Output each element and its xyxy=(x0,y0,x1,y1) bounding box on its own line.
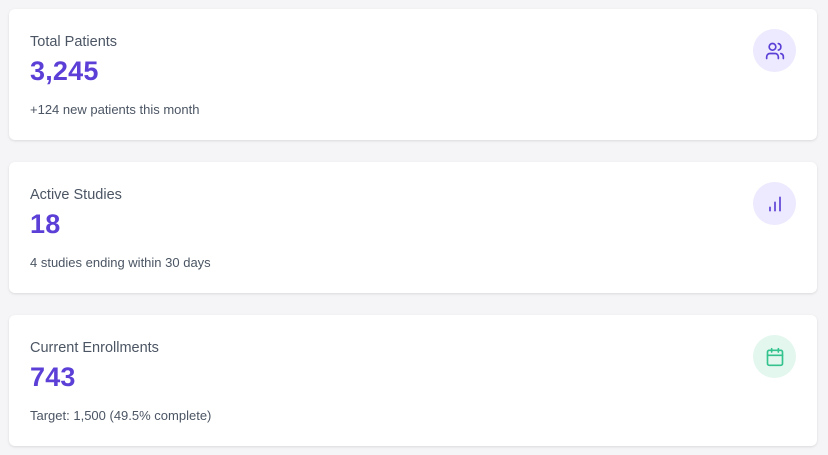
card-label: Active Studies xyxy=(30,187,122,203)
stat-card-total-patients: Total Patients 3,245 +124 new patients t… xyxy=(9,9,817,140)
calendar-icon xyxy=(753,335,796,378)
card-label: Total Patients xyxy=(30,34,118,50)
users-icon xyxy=(753,29,796,72)
card-label: Current Enrollments xyxy=(30,340,159,356)
card-value: 3,245 xyxy=(30,56,99,86)
bar-chart-icon xyxy=(753,182,796,225)
card-subtext: 4 studies ending within 30 days xyxy=(30,255,211,270)
card-subtext: Target: 1,500 (49.5% complete) xyxy=(30,408,212,423)
stat-card-current-enrollments: Current Enrollments 743 Target: 1,500 (4… xyxy=(9,315,817,446)
card-subtext: +124 new patients this month xyxy=(30,102,200,117)
card-value: 18 xyxy=(30,209,61,239)
stat-card-active-studies: Active Studies 18 4 studies ending withi… xyxy=(9,162,817,293)
card-value: 743 xyxy=(30,362,76,392)
